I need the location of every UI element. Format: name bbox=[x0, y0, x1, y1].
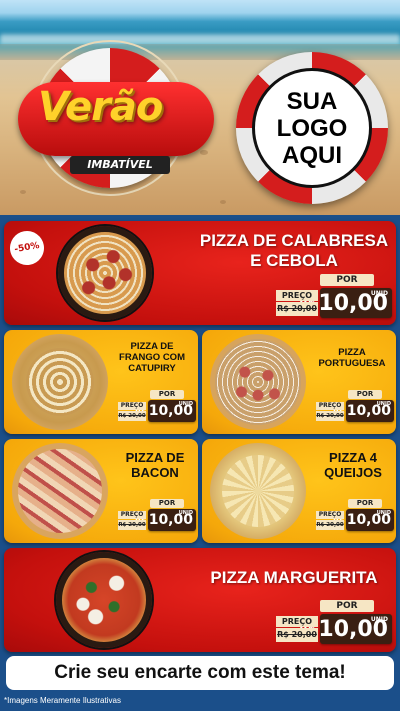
pizza-image bbox=[58, 226, 152, 320]
sand-speck bbox=[220, 200, 226, 204]
unit-label: UNID bbox=[376, 510, 391, 516]
por-label: POR bbox=[348, 390, 382, 399]
pizza-image bbox=[56, 552, 152, 648]
preco-label: PREÇO bbox=[316, 402, 344, 410]
product-name-line: BACON bbox=[131, 464, 179, 480]
product-name: PIZZA MARGUERITA bbox=[194, 568, 394, 588]
discount-badge: -50% bbox=[7, 228, 47, 268]
price-tag: POR R$ 10,00 UNID PREÇO R$ 20,00 bbox=[316, 390, 394, 424]
old-price: R$ 20,00 bbox=[316, 411, 344, 421]
price-tag: POR R$ 10,00 UNID PREÇO R$ 20,00 bbox=[316, 499, 394, 533]
logo-line: LOGO bbox=[276, 114, 348, 142]
preco-label: PREÇO bbox=[276, 290, 318, 301]
sand-speck bbox=[20, 190, 26, 194]
product-card-calabresa[interactable]: -50% PIZZA DE CALABRESA E CEBOLA POR R$ … bbox=[4, 221, 396, 325]
por-label: POR bbox=[150, 390, 184, 399]
old-price: R$ 20,00 bbox=[118, 411, 146, 421]
unit-label: UNID bbox=[376, 401, 391, 407]
product-name-line: PIZZA 4 bbox=[329, 450, 377, 465]
hero-beach-banner: Verão IMBATÍVEL SUA LOGO AQUI bbox=[0, 0, 400, 215]
preco-label: PREÇO bbox=[118, 402, 146, 410]
product-name: PIZZA DE CALABRESA E CEBOLA bbox=[194, 231, 394, 270]
sand-speck bbox=[200, 150, 208, 155]
unit-label: UNID bbox=[178, 510, 193, 516]
product-card-4-queijos[interactable]: PIZZA 4 QUEIJOS POR R$ 10,00 UNID PREÇO … bbox=[202, 439, 396, 543]
product-name-line: PIZZA DE CALABRESA bbox=[199, 231, 389, 250]
logo-line: SUA bbox=[286, 87, 338, 115]
product-name-line: QUEIJOS bbox=[324, 464, 382, 480]
cta-banner[interactable]: Crie seu encarte com este tema! bbox=[6, 656, 394, 690]
unit-label: UNID bbox=[370, 290, 388, 297]
old-price: R$ 20,00 bbox=[118, 520, 146, 530]
product-card-portuguesa[interactable]: PIZZA PORTUGUESA POR R$ 10,00 UNID PREÇO… bbox=[202, 330, 396, 434]
footnote: *Imagens Meramente Ilustrativas bbox=[4, 696, 121, 705]
unit-label: UNID bbox=[178, 401, 193, 407]
brand-subtitle: IMBATÍVEL bbox=[70, 156, 170, 174]
product-card-frango[interactable]: PIZZA DE FRANGO COM CATUPIRY POR R$ 10,0… bbox=[4, 330, 198, 434]
por-label: POR bbox=[348, 499, 382, 508]
por-label: POR bbox=[320, 274, 374, 286]
product-name-line: E CEBOLA bbox=[250, 250, 338, 270]
price-tag: POR R$ 10,00 UNID PREÇO R$ 20,00 bbox=[118, 390, 196, 424]
logo-placeholder[interactable]: SUA LOGO AQUI bbox=[252, 68, 372, 188]
pizza-image bbox=[12, 334, 108, 430]
product-name: PIZZA PORTUGUESA bbox=[310, 347, 394, 370]
old-price: R$ 20,00 bbox=[316, 520, 344, 530]
product-name-line: CATUPIRY bbox=[128, 362, 176, 374]
product-name-line: PIZZA DE bbox=[125, 450, 185, 465]
product-card-marguerita[interactable]: PIZZA MARGUERITA POR R$ 10,00 UNID PREÇO… bbox=[4, 548, 396, 652]
price-tag: POR R$ 10,00 UNID PREÇO R$ 20,00 bbox=[118, 499, 196, 533]
por-label: POR bbox=[150, 499, 184, 508]
price-tag: POR R$ 10,00 UNID PREÇO R$ 20,00 bbox=[276, 600, 392, 646]
product-name-line: PORTUGUESA bbox=[318, 357, 386, 369]
logo-line: AQUI bbox=[282, 141, 342, 169]
sea-foam bbox=[0, 34, 400, 44]
pizza-image bbox=[210, 334, 306, 430]
unit-label: UNID bbox=[370, 616, 388, 623]
preco-label: PREÇO bbox=[316, 511, 344, 519]
product-name: PIZZA 4 QUEIJOS bbox=[312, 450, 394, 481]
product-name-line: PIZZA MARGUERITA bbox=[210, 568, 378, 587]
por-label: POR bbox=[320, 600, 374, 612]
price-tag: POR R$ 10,00 UNID PREÇO R$ 20,00 bbox=[276, 274, 392, 320]
pizza-image bbox=[210, 443, 306, 539]
old-price: R$ 20,00 bbox=[276, 628, 318, 642]
old-price: R$ 20,00 bbox=[276, 302, 318, 316]
pizza-image bbox=[12, 443, 108, 539]
product-card-bacon[interactable]: PIZZA DE BACON POR R$ 10,00 UNID PREÇO R… bbox=[4, 439, 198, 543]
brand-title: Verão bbox=[38, 84, 163, 130]
product-name: PIZZA DE FRANGO COM CATUPIRY bbox=[106, 341, 198, 375]
preco-label: PREÇO bbox=[276, 616, 318, 627]
product-name: PIZZA DE BACON bbox=[114, 450, 196, 481]
preco-label: PREÇO bbox=[118, 511, 146, 519]
